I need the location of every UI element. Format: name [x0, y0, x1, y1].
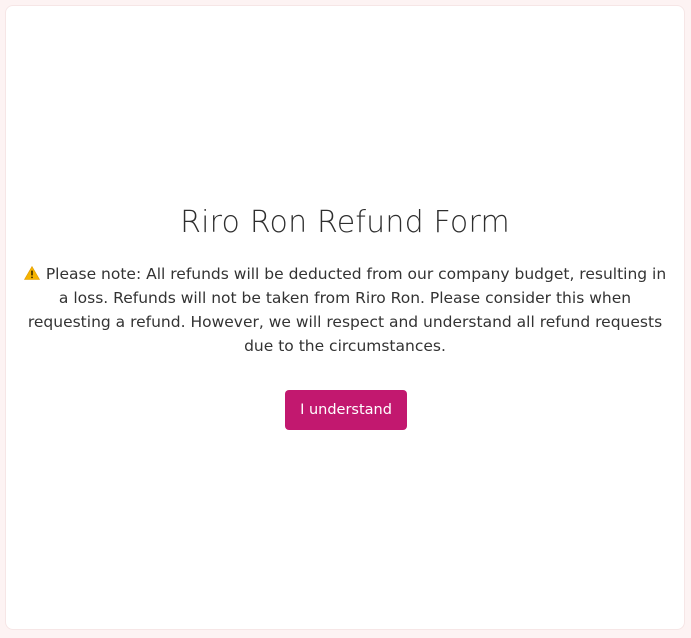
- i-understand-button[interactable]: I understand: [285, 390, 407, 430]
- warning-icon: [23, 263, 40, 280]
- refund-notice-text: Please note: All refunds will be deducte…: [27, 265, 667, 355]
- page-title: Riro Ron Refund Form: [180, 205, 510, 240]
- refund-form-card: Riro Ron Refund Form Please note: All re…: [5, 5, 685, 630]
- refund-notice: Please note: All refunds will be deducte…: [18, 262, 672, 358]
